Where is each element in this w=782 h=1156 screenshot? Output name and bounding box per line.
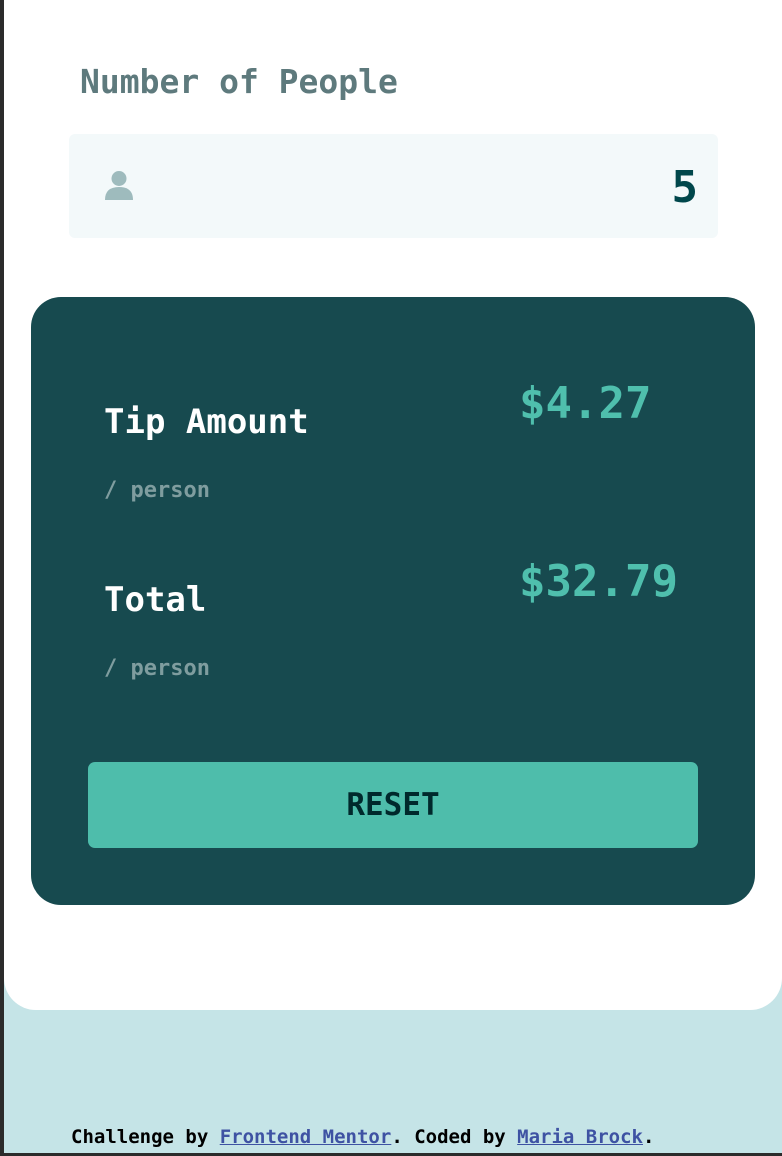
number-of-people-label: Number of People	[80, 62, 398, 101]
total-label: Total	[104, 580, 207, 620]
frontend-mentor-link[interactable]: Frontend Mentor	[220, 1126, 392, 1148]
total-value: $32.79	[519, 556, 678, 607]
reset-button[interactable]: RESET	[88, 762, 698, 848]
attribution-suffix: .	[643, 1126, 655, 1148]
person-icon	[105, 171, 133, 200]
total-per-person-label: / person	[104, 656, 210, 681]
tip-amount-value: $4.27	[519, 378, 652, 429]
author-link[interactable]: Maria Brock	[517, 1126, 643, 1148]
tip-amount-per-person-label: / person	[104, 478, 210, 503]
number-of-people-input[interactable]	[69, 134, 718, 238]
tip-amount-label: Tip Amount	[104, 402, 309, 442]
attribution-prefix: Challenge by	[71, 1126, 220, 1148]
number-of-people-value[interactable]: 5	[672, 162, 699, 213]
attribution-middle: . Coded by	[391, 1126, 518, 1148]
attribution: Challenge by Frontend Mentor. Coded by M…	[71, 1126, 654, 1148]
